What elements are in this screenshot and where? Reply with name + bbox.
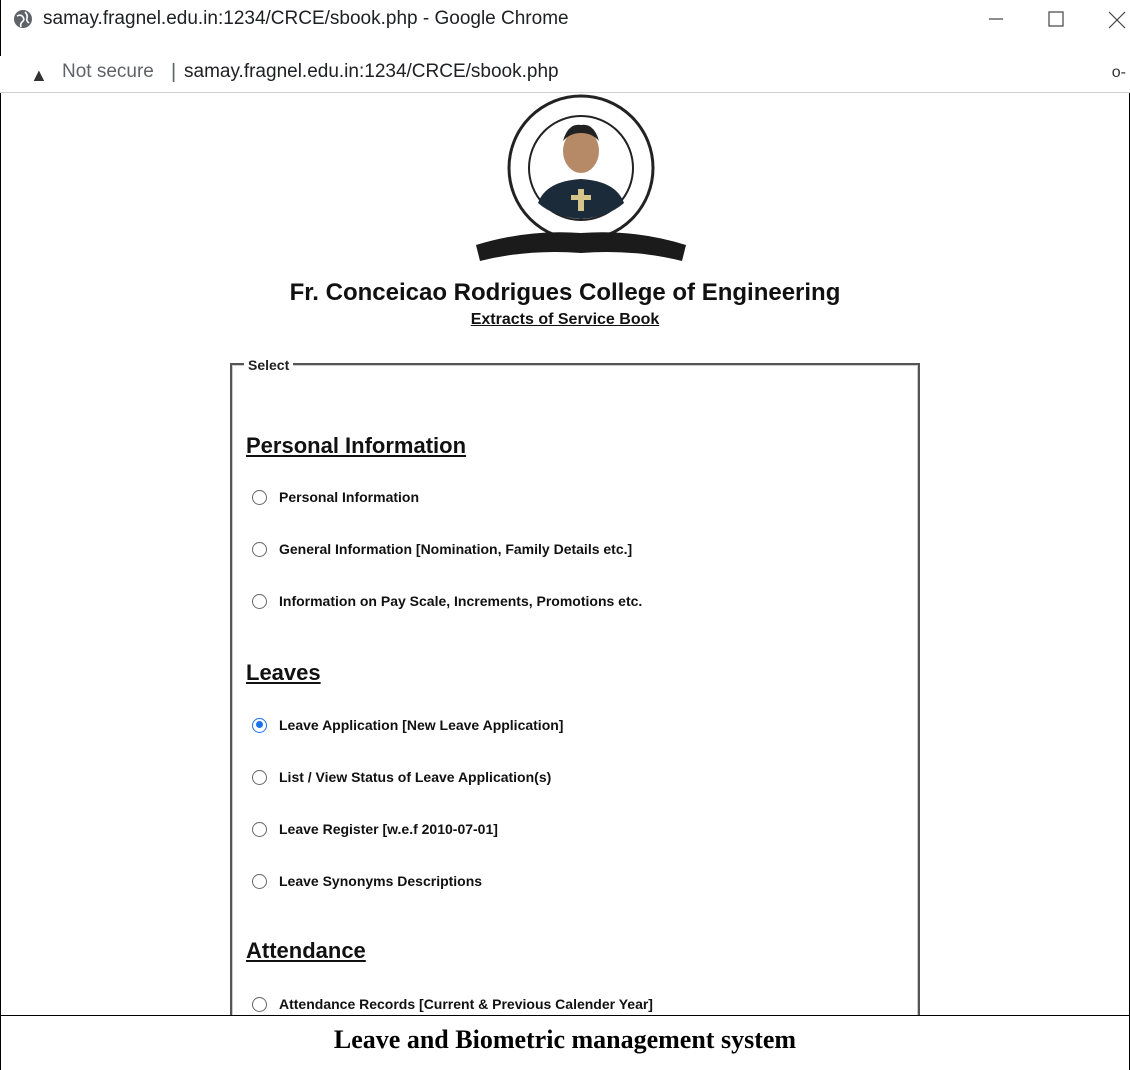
- option-label: General Information [Nomination, Family …: [279, 541, 633, 557]
- maximize-icon[interactable]: [1041, 4, 1071, 34]
- radio-button[interactable]: [252, 873, 267, 889]
- radio-button-selected[interactable]: [252, 717, 267, 733]
- section-heading-attendance: Attendance: [246, 938, 366, 963]
- fieldset-legend: Select: [244, 357, 294, 373]
- option-leave-application[interactable]: Leave Application [New Leave Application…: [252, 714, 563, 736]
- globe-icon: [14, 10, 32, 28]
- option-label: Leave Register [w.e.f 2010-07-01]: [279, 821, 498, 837]
- radio-button[interactable]: [252, 489, 267, 505]
- option-label: Leave Application [New Leave Application…: [279, 717, 564, 733]
- option-label: Attendance Records [Current & Previous C…: [279, 996, 653, 1012]
- option-general-information[interactable]: General Information [Nomination, Family …: [252, 538, 632, 560]
- option-label: List / View Status of Leave Application(…: [279, 769, 552, 785]
- option-label: Leave Synonyms Descriptions: [279, 873, 483, 889]
- select-fieldset: [230, 363, 920, 1015]
- page-left-border: [0, 93, 1, 1015]
- option-leave-synonyms[interactable]: Leave Synonyms Descriptions: [252, 870, 482, 892]
- radio-button[interactable]: [252, 593, 267, 609]
- option-label: Personal Information: [279, 489, 420, 505]
- radio-button[interactable]: [252, 769, 267, 785]
- option-label: Information on Pay Scale, Increments, Pr…: [279, 593, 643, 609]
- security-indicator[interactable]: Not secure: [62, 61, 154, 83]
- radio-button[interactable]: [252, 541, 267, 557]
- section-heading-leaves: Leaves: [246, 660, 321, 685]
- option-pay-scale[interactable]: Information on Pay Scale, Increments, Pr…: [252, 590, 642, 612]
- radio-button[interactable]: [252, 821, 267, 837]
- option-attendance-records[interactable]: Attendance Records [Current & Previous C…: [252, 993, 653, 1015]
- section-heading-personal-information: Personal Information: [246, 433, 467, 458]
- key-icon[interactable]: o-: [1112, 64, 1126, 82]
- option-leave-status[interactable]: List / View Status of Leave Application(…: [252, 766, 551, 788]
- url-field[interactable]: samay.fragnel.edu.in:1234/CRCE/sbook.php: [184, 61, 559, 83]
- college-name: Fr. Conceicao Rodrigues College of Engin…: [289, 279, 841, 306]
- address-separator: |: [171, 61, 177, 83]
- college-crest-logo: [476, 94, 686, 261]
- option-leave-register[interactable]: Leave Register [w.e.f 2010-07-01]: [252, 818, 498, 840]
- figure-caption: Leave and Biometric management system: [0, 1016, 1130, 1070]
- option-personal-information[interactable]: Personal Information: [252, 486, 419, 508]
- close-icon[interactable]: [1101, 4, 1130, 34]
- window-title: samay.fragnel.edu.in:1234/CRCE/sbook.php…: [43, 8, 569, 29]
- address-bar[interactable]: [0, 56, 1130, 92]
- minimize-icon[interactable]: [981, 4, 1011, 34]
- page-content: Fr. Conceicao Rodrigues College of Engin…: [0, 93, 1130, 1015]
- radio-button[interactable]: [252, 996, 267, 1012]
- browser-title-bar: samay.fragnel.edu.in:1234/CRCE/sbook.php…: [0, 0, 1130, 56]
- warning-icon[interactable]: ▲: [30, 65, 48, 86]
- page-subtitle[interactable]: Extracts of Service Book: [0, 311, 1130, 329]
